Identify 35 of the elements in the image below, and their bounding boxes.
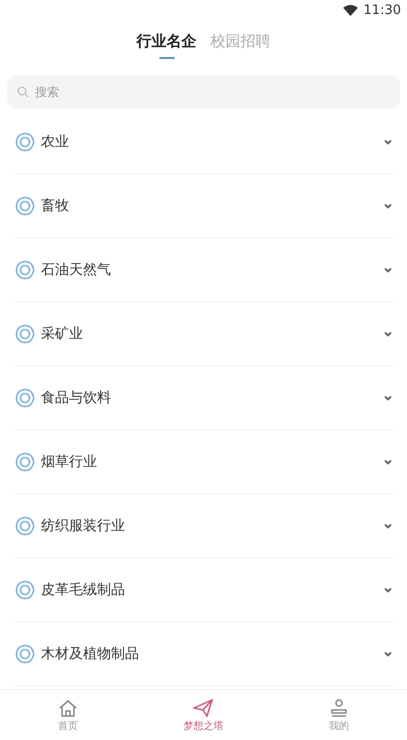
industry-label: 农业 [41,132,70,150]
plane-icon [193,698,214,718]
industry-row[interactable]: 畜牧 [14,174,393,238]
industry-label: 皮革毛绒制品 [41,580,126,598]
ring-icon [15,644,35,664]
person-icon [329,698,350,718]
ring-icon [15,580,35,600]
industry-label: 畜牧 [41,196,70,214]
search-field[interactable]: 搜索 [7,75,400,109]
industry-row[interactable]: 食品与饮料 [14,366,393,430]
ring-icon [15,196,35,216]
ring-icon [15,516,35,536]
industry-label: 食品与饮料 [41,388,112,406]
ring-icon [15,388,35,408]
industry-row[interactable]: 皮革毛绒制品 [14,558,393,622]
ring-icon [15,452,35,472]
ring-icon [15,132,35,152]
industry-row[interactable]: 石油天然气 [14,238,393,302]
ring-icon [15,260,35,280]
industry-row[interactable]: 烟草行业 [14,430,393,494]
industry-label: 纺织服装行业 [41,516,126,534]
industry-label: 木材及植物制品 [41,644,140,662]
industry-row[interactable]: 纺织服装行业 [14,494,393,558]
industry-row[interactable]: 采矿业 [14,302,393,366]
industry-label: 烟草行业 [41,452,98,470]
home-icon [58,698,78,718]
industry-label: 石油天然气 [41,260,112,278]
industry-label: 采矿业 [41,324,84,342]
nav-item[interactable]: 梦想之塔 [163,698,244,732]
industry-row[interactable]: 木材及植物制品 [14,622,393,686]
status-time: 11:30 [364,2,401,18]
ring-icon [15,324,35,344]
industry-row[interactable]: 农业 [14,110,393,174]
wifi-icon [342,4,358,16]
tab[interactable]: 行业名企 [136,29,196,59]
